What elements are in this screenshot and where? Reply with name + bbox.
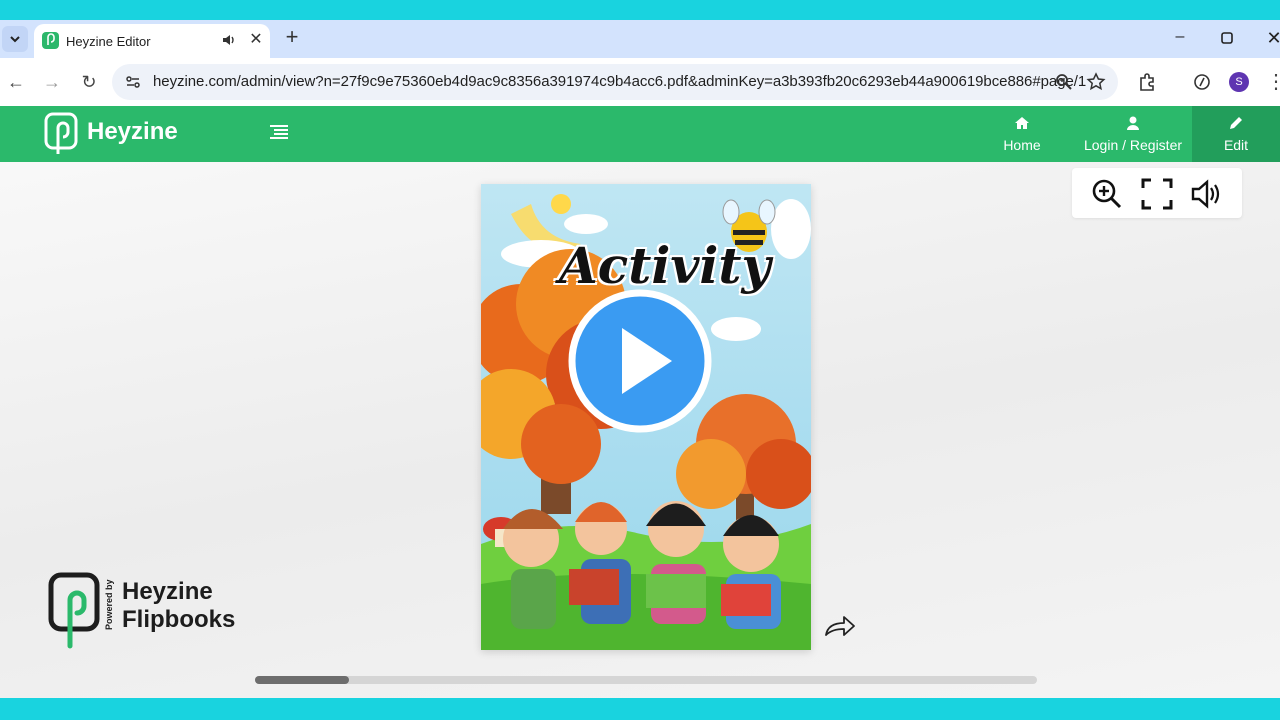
powered-by-heyzine[interactable]: Powered by Heyzine Flipbooks (48, 572, 258, 652)
heyzine-flipbooks-logo-icon (48, 572, 100, 649)
profile-avatar[interactable]: S (1229, 72, 1249, 92)
star-icon[interactable] (1086, 72, 1106, 92)
nav-edit[interactable]: Edit (1192, 106, 1280, 162)
brand-name[interactable]: Heyzine (87, 118, 178, 146)
tab-title: Heyzine Editor (66, 34, 151, 49)
new-tab-plus-icon[interactable]: + (280, 26, 304, 50)
menu-toggle-icon[interactable] (270, 124, 288, 140)
share-arrow-icon[interactable] (822, 611, 858, 639)
powered-brand-line2: Flipbooks (122, 606, 236, 633)
top-navbar: Heyzine Home Login / Register Edit (0, 106, 1280, 162)
url-text[interactable]: heyzine.com/admin/view?n=27f9c9e75360eb4… (153, 73, 1086, 90)
nav-home-label: Home (1003, 137, 1041, 153)
forward-icon[interactable]: → (40, 70, 64, 94)
play-button-icon[interactable] (567, 288, 713, 434)
nav-login-register[interactable]: Login / Register (1078, 106, 1188, 162)
site-info-icon[interactable] (124, 73, 142, 91)
heyzine-favicon-icon (42, 32, 59, 49)
cover-title: Activity (559, 236, 771, 295)
reload-icon[interactable]: ↻ (77, 70, 101, 94)
nav-edit-label: Edit (1223, 137, 1249, 153)
maximize-icon[interactable] (1215, 28, 1239, 50)
close-tab-icon[interactable]: ✕ (246, 30, 266, 50)
sound-icon[interactable] (1189, 177, 1223, 211)
chevron-down-icon (10, 36, 20, 43)
page-scrollbar[interactable] (255, 676, 1037, 684)
browser-window: Heyzine Editor ✕ + – ✕ ← → ↻ heyzine.com… (0, 20, 1280, 106)
browser-tab[interactable]: Heyzine Editor ✕ (34, 24, 270, 58)
home-icon (1015, 117, 1029, 129)
back-icon[interactable]: ← (4, 70, 28, 94)
user-icon (1127, 116, 1139, 130)
heyzine-viewer: Heyzine Home Login / Register Edit Activ… (0, 106, 1280, 698)
kebab-menu-icon[interactable]: ⋮ (1264, 70, 1280, 94)
zoom-icon[interactable] (1054, 72, 1074, 92)
page-scrollbar-thumb[interactable] (255, 676, 349, 684)
minimize-icon[interactable]: – (1168, 28, 1192, 50)
heyzine-logo-icon[interactable] (44, 112, 78, 156)
address-bar[interactable]: heyzine.com/admin/view?n=27f9c9e75360eb4… (112, 64, 1118, 100)
tab-strip: Heyzine Editor ✕ + – ✕ (0, 20, 1280, 58)
tab-list-button[interactable] (2, 26, 28, 52)
nav-login-label: Login / Register (1083, 137, 1183, 153)
pencil-icon (1230, 117, 1242, 129)
nav-home[interactable]: Home (992, 106, 1052, 162)
fullscreen-icon[interactable] (1140, 177, 1174, 211)
powered-by-label: Powered by (104, 579, 114, 630)
extensions-icon[interactable] (1136, 70, 1160, 94)
viewer-controls (1072, 168, 1242, 218)
browser-toolbar: ← → ↻ heyzine.com/admin/view?n=27f9c9e75… (0, 58, 1280, 106)
zoom-in-icon[interactable] (1090, 177, 1124, 211)
speaker-icon[interactable] (220, 31, 238, 49)
close-window-icon[interactable]: ✕ (1262, 28, 1280, 50)
powered-brand-line1: Heyzine (122, 578, 213, 605)
performance-icon[interactable] (1190, 70, 1214, 94)
